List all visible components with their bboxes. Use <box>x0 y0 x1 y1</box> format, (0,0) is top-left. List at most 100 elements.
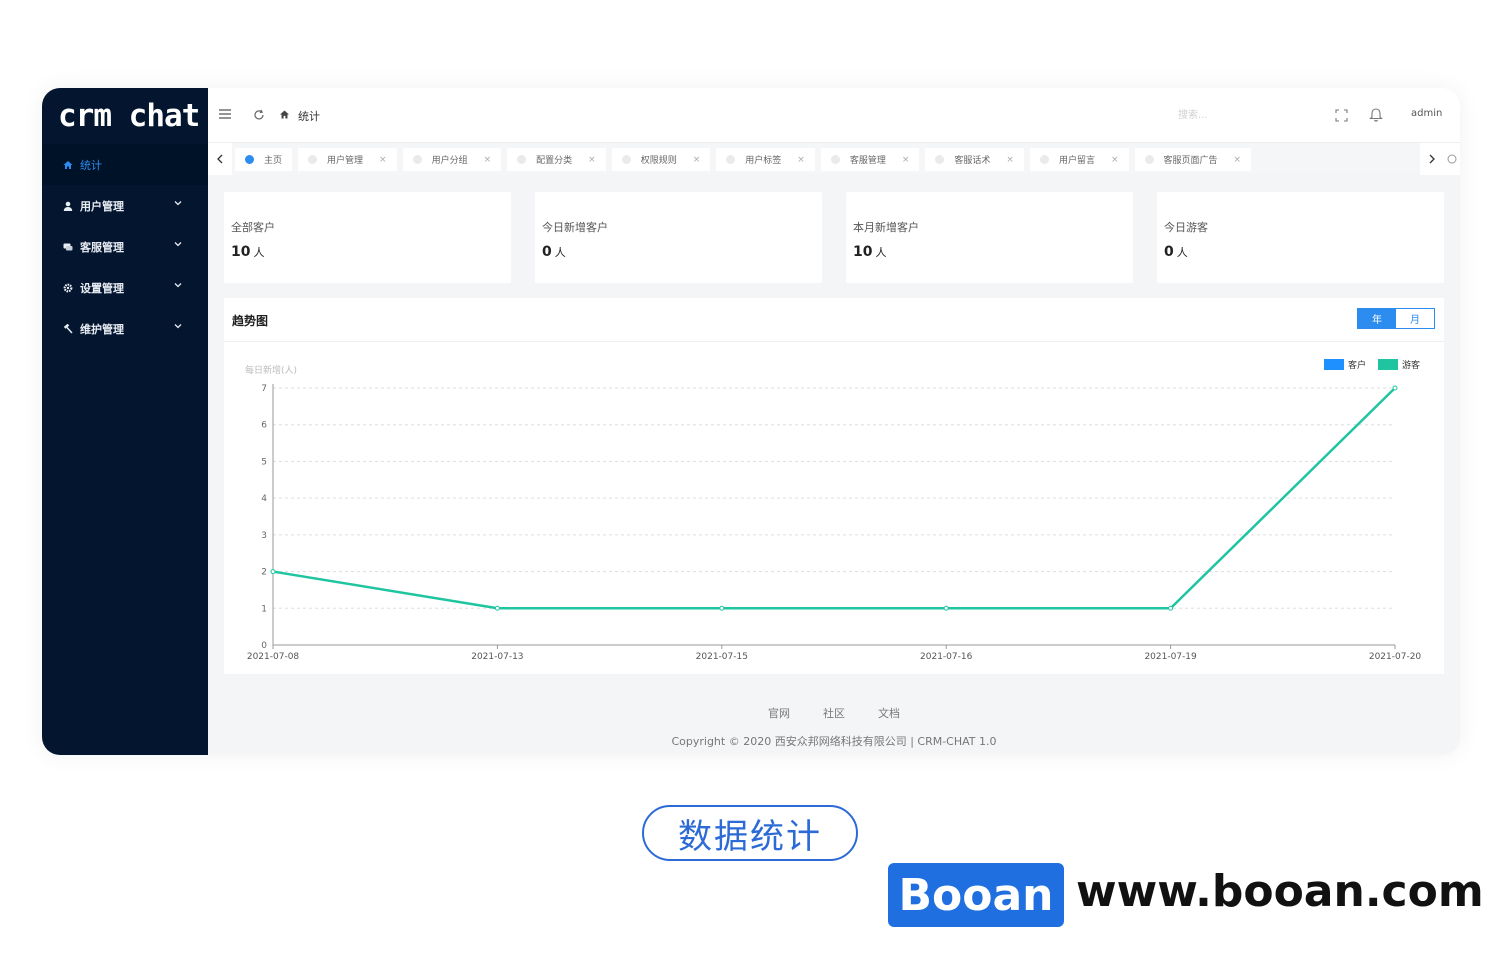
tab-dot <box>412 155 422 164</box>
tabs-bar: 主页 用户管理 × 用户分组 × 配置分类 × 权限规则 × 用户标签 × 客服管理 × 客… <box>208 142 1460 175</box>
stat-value: 10 人 <box>231 244 264 260</box>
close-icon[interactable]: × <box>379 155 387 165</box>
search-input[interactable] <box>1178 106 1268 124</box>
tab-dot <box>1039 155 1049 164</box>
tabs-menu-button[interactable] <box>1444 143 1460 175</box>
data-point <box>719 605 725 611</box>
close-icon[interactable]: × <box>484 155 492 165</box>
main-area: 统计 admin 主页 用户管理 × 用户分组 × 配置分类 × 权限规则 × 用户标签… <box>208 88 1460 755</box>
footer-link-community[interactable]: 社区 <box>823 705 845 721</box>
tab-permission-rules[interactable]: 权限规则 × <box>611 148 711 171</box>
y-tick-label: 3 <box>261 531 267 541</box>
tab-service-ads[interactable]: 客服页面广告 × <box>1134 148 1252 171</box>
close-icon[interactable]: × <box>797 155 805 165</box>
footer-link-docs[interactable]: 文档 <box>878 705 900 721</box>
toggle-year-button[interactable]: 年 <box>1358 309 1396 328</box>
close-icon[interactable]: × <box>693 155 701 165</box>
sidebar-item-stats[interactable]: 统计 <box>42 144 208 185</box>
legend-label: 游客 <box>1402 359 1420 371</box>
tab-label: 客服话术 <box>954 156 991 166</box>
y-tick-label: 5 <box>261 457 267 467</box>
sidebar-item-label: 设置管理 <box>80 281 124 295</box>
stat-label: 今日新增客户 <box>542 221 608 234</box>
sidebar-item-maintenance[interactable]: 维护管理 <box>42 308 208 349</box>
y-tick-label: 0 <box>261 641 267 651</box>
data-point <box>943 605 949 611</box>
stat-label: 全部客户 <box>231 221 275 234</box>
close-icon[interactable]: × <box>1006 155 1014 165</box>
x-tick-label: 2021-07-13 <box>471 652 523 662</box>
y-tick-label: 1 <box>261 604 267 614</box>
legend-swatch <box>1324 359 1344 370</box>
sidebar-item-label: 维护管理 <box>80 322 124 336</box>
sidebar: crm chat 统计 用户管理 客服管理 设置管理 维护管理 <box>42 88 208 755</box>
home-icon <box>280 110 289 119</box>
chat-icon <box>62 241 74 253</box>
chevron-down-icon <box>174 324 182 329</box>
tab-label: 主页 <box>264 156 283 166</box>
tab-home[interactable]: 主页 <box>235 148 293 171</box>
tab-user-group[interactable]: 用户分组 × <box>402 148 502 171</box>
fullscreen-icon[interactable] <box>1335 109 1348 122</box>
tab-config-category[interactable]: 配置分类 × <box>507 148 606 171</box>
stat-number: 10 <box>231 244 251 260</box>
chevron-right-icon <box>1429 154 1435 164</box>
chevron-down-icon <box>174 283 182 288</box>
user-menu[interactable]: admin <box>1411 108 1442 119</box>
stat-label: 本月新增客户 <box>853 221 919 234</box>
tabs-next-button[interactable] <box>1420 143 1444 175</box>
close-icon[interactable]: × <box>1111 155 1119 165</box>
divider <box>224 341 1444 342</box>
stat-number: 0 <box>1164 244 1174 260</box>
stat-number: 0 <box>542 244 552 260</box>
bell-icon[interactable] <box>1369 106 1383 122</box>
tab-user-tags[interactable]: 用户标签 × <box>716 148 815 171</box>
logo: crm chat <box>58 98 200 134</box>
refresh-icon[interactable] <box>253 109 265 121</box>
stat-card-total-customers: 全部客户 10 人 <box>224 192 511 283</box>
tab-dot <box>308 155 318 164</box>
brand-url: www.booan.com <box>1076 866 1484 917</box>
close-icon[interactable]: × <box>1234 155 1242 165</box>
chevron-down-icon <box>174 242 182 247</box>
tab-dot <box>621 155 631 164</box>
tab-user-manage[interactable]: 用户管理 × <box>298 148 397 171</box>
x-tick-label: 2021-07-19 <box>1144 652 1197 662</box>
trend-line-chart: 每日新增(人) 0 1 2 3 4 5 6 7 2021-07-08 2021-07-13 2021-… <box>245 359 1421 662</box>
tab-service-manage[interactable]: 客服管理 × <box>820 148 920 171</box>
sidebar-item-users[interactable]: 用户管理 <box>42 185 208 226</box>
tab-dot <box>1144 155 1154 164</box>
stat-card-today-visitors: 今日游客 0人 <box>1157 192 1444 283</box>
y-tick-label: 4 <box>261 494 267 504</box>
toggle-month-button[interactable]: 月 <box>1396 309 1434 328</box>
copyright: Copyright © 2020 西安众邦网络科技有限公司 | CRM-CHAT… <box>671 735 997 748</box>
data-point <box>1168 605 1174 611</box>
gear-icon <box>62 282 74 294</box>
stat-unit: 人 <box>875 246 887 259</box>
footer-link-website[interactable]: 官网 <box>768 705 790 721</box>
tab-dot <box>830 155 840 164</box>
tab-service-scripts[interactable]: 客服话术 × <box>925 148 1024 171</box>
close-icon[interactable]: × <box>588 155 596 165</box>
stat-value: 0人 <box>542 244 566 260</box>
hammer-icon <box>62 323 74 335</box>
legend-swatch <box>1378 359 1398 370</box>
home-icon <box>62 159 74 171</box>
sidebar-item-settings[interactable]: 设置管理 <box>42 267 208 308</box>
menu-icon[interactable] <box>219 109 231 119</box>
close-icon[interactable]: × <box>902 155 910 165</box>
period-toggle: 年 月 <box>1357 308 1435 329</box>
chevron-left-icon <box>217 154 223 164</box>
tab-user-messages[interactable]: 用户留言 × <box>1029 148 1129 171</box>
stat-value: 0人 <box>1164 244 1188 260</box>
tab-label: 客服页面广告 <box>1163 156 1218 166</box>
x-tick-label: 2021-07-16 <box>920 652 973 662</box>
y-tick-label: 6 <box>261 421 267 431</box>
tab-label: 权限规则 <box>640 156 677 166</box>
data-point <box>494 605 500 611</box>
stat-card-today-new-customers: 今日新增客户 0人 <box>535 192 822 283</box>
tab-label: 配置分类 <box>536 156 573 166</box>
sidebar-item-service[interactable]: 客服管理 <box>42 226 208 267</box>
tabs-prev-button[interactable] <box>208 143 232 175</box>
sidebar-item-label: 客服管理 <box>80 240 124 254</box>
